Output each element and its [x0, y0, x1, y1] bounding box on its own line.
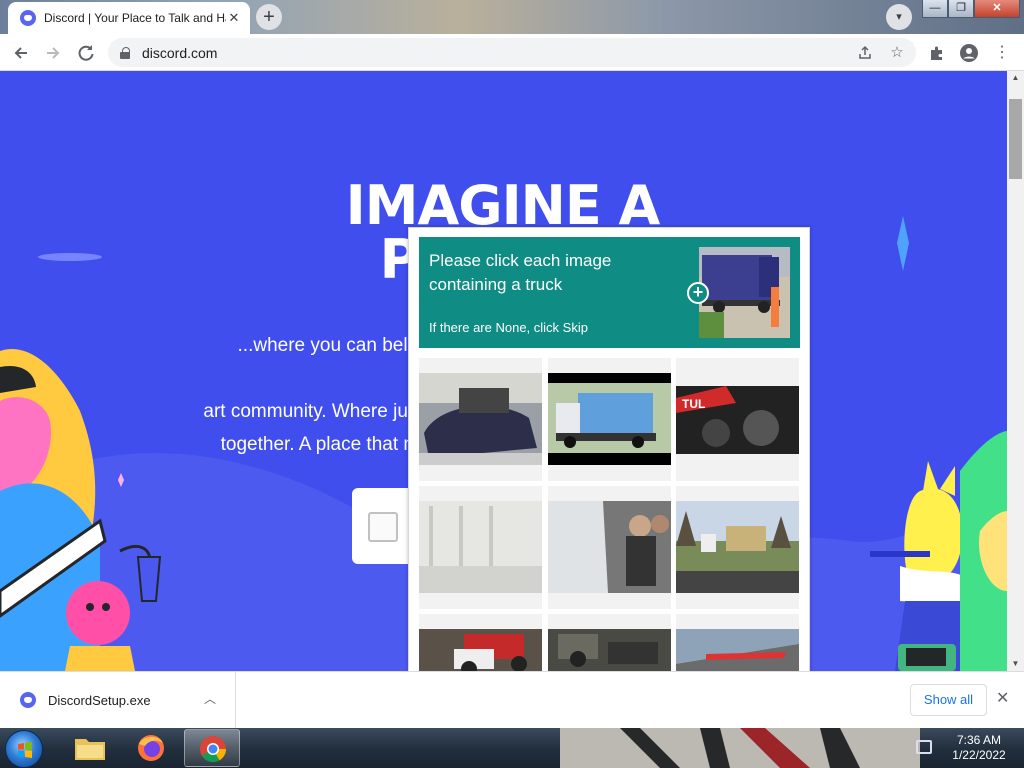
tab-title: Discord | Your Place to Talk and Hang Ou…	[44, 11, 226, 25]
tab-search-chevron-icon[interactable]: ▾	[886, 4, 912, 30]
address-bar[interactable]: discord.com ☆	[108, 38, 916, 67]
window-controls: — ❐ ✕	[922, 0, 1020, 20]
taskbar-wallpaper-art	[560, 728, 920, 768]
discord-file-icon	[20, 692, 36, 708]
share-icon[interactable]	[854, 38, 876, 67]
captcha-skip-hint: If there are None, click Skip	[429, 320, 588, 335]
download-item[interactable]: DiscordSetup.exe	[0, 672, 236, 728]
captcha-tile-trees-and-building[interactable]	[676, 486, 799, 609]
clock-time: 7:36 AM	[956, 733, 1002, 747]
captcha-challenge-dialog: Please click each image containing a tru…	[408, 227, 810, 687]
scroll-thumb[interactable]	[1009, 99, 1022, 179]
tab-discord[interactable]: Discord | Your Place to Talk and Hang Ou…	[8, 2, 250, 34]
expand-example-plus-icon[interactable]: +	[687, 282, 709, 304]
chrome-icon	[200, 736, 227, 762]
taskbar-chrome[interactable]	[184, 729, 240, 767]
minimize-button[interactable]: —	[922, 0, 948, 18]
download-shelf: DiscordSetup.exe ︿ Show all ✕	[0, 671, 1024, 728]
taskbar-firefox[interactable]	[123, 729, 179, 767]
captcha-prompt: Please click each image containing a tru…	[429, 251, 612, 294]
show-all-downloads-button[interactable]: Show all	[910, 684, 987, 716]
back-arrow-icon[interactable]	[8, 40, 34, 66]
windows-taskbar: 7:36 AM 1/22/2022	[0, 728, 1024, 768]
windows-logo-icon	[18, 742, 32, 758]
system-tray: 7:36 AM 1/22/2022	[906, 728, 1024, 768]
profile-icon[interactable]	[956, 40, 982, 66]
taskbar-windows-explorer[interactable]	[62, 729, 118, 767]
maximize-button[interactable]: ❐	[948, 0, 974, 18]
start-button[interactable]	[5, 730, 43, 768]
tab-close-icon[interactable]: ✕	[226, 10, 242, 26]
browser-tab-strip: Discord | Your Place to Talk and Hang Ou…	[0, 0, 1024, 34]
discord-favicon-icon	[20, 10, 36, 26]
more-menu-icon[interactable]: ⋮	[989, 40, 1015, 66]
reload-icon[interactable]	[73, 40, 99, 66]
firefox-icon	[138, 735, 164, 761]
download-file-name: DiscordSetup.exe	[48, 692, 151, 708]
folder-icon	[75, 739, 105, 760]
captcha-header: Please click each image containing a tru…	[419, 237, 800, 348]
taskbar-clock[interactable]: 7:36 AM 1/22/2022	[942, 733, 1016, 763]
captcha-tile-red-race-car[interactable]: TUL	[676, 358, 799, 481]
captcha-tile-snowy-fence[interactable]	[419, 486, 542, 609]
captcha-checkbox[interactable]	[368, 512, 398, 542]
captcha-tile-vehicle-interior-people[interactable]	[548, 486, 671, 609]
bookmark-star-icon[interactable]: ☆	[886, 38, 908, 67]
captcha-example-image	[699, 247, 790, 338]
captcha-tile-blue-garbage-truck[interactable]	[548, 358, 671, 481]
url-text: discord.com	[142, 44, 218, 61]
close-download-shelf-icon[interactable]: ✕	[996, 688, 1009, 708]
page-scrollbar[interactable]: ▲ ▼	[1007, 71, 1024, 671]
scroll-up-arrow-icon[interactable]: ▲	[1007, 71, 1024, 85]
forward-arrow-icon[interactable]	[40, 40, 66, 66]
clock-date: 1/22/2022	[952, 748, 1006, 762]
captcha-tile-car-engine-repair[interactable]	[419, 358, 542, 481]
new-tab-button[interactable]: +	[256, 4, 282, 30]
svg-text:TUL: TUL	[682, 397, 705, 411]
close-window-button[interactable]: ✕	[974, 0, 1020, 18]
network-icon[interactable]	[916, 740, 932, 754]
scroll-down-arrow-icon[interactable]: ▼	[1007, 657, 1024, 671]
download-chevron-up-icon[interactable]: ︿	[204, 690, 216, 707]
lock-icon[interactable]	[120, 46, 130, 59]
extensions-puzzle-icon[interactable]	[924, 40, 950, 66]
browser-toolbar: discord.com ☆ ⋮	[0, 34, 1024, 71]
